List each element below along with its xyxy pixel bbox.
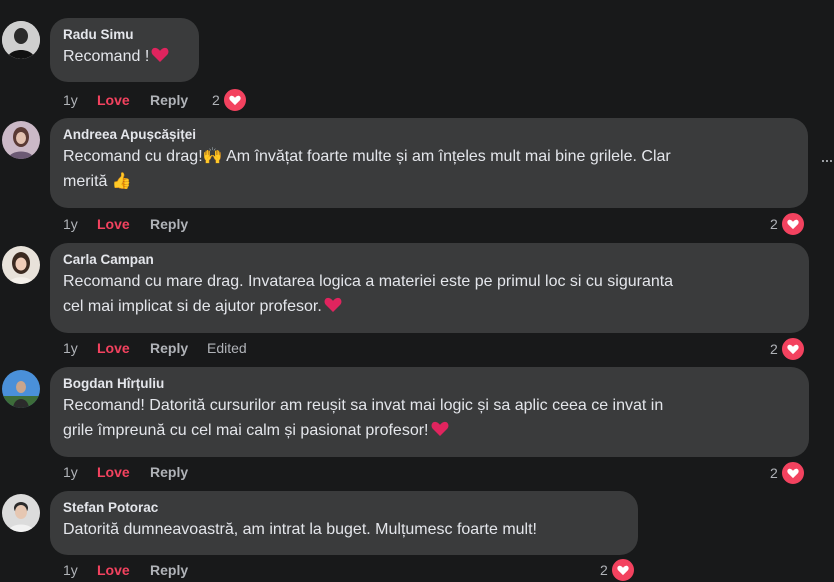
reply-button[interactable]: Reply xyxy=(150,215,207,233)
heart-emoji-icon xyxy=(431,420,449,445)
comment-text-content: cel mai implicat si de ajutor profesor. xyxy=(63,298,322,315)
comment-actions: 1y Love Reply xyxy=(63,561,207,579)
reply-button[interactable]: Reply xyxy=(150,463,207,481)
reaction-summary[interactable]: 2 xyxy=(770,460,806,486)
comment-text-line: Recomand cu drag!🙌 Am învățat foarte mul… xyxy=(63,148,671,165)
reaction-count: 2 xyxy=(770,465,778,481)
love-reaction-icon xyxy=(779,211,806,237)
comment-text: grile împreună cu cel mai calm și pasion… xyxy=(63,418,796,445)
comment-actions: 1y Love Reply xyxy=(63,463,207,481)
comment-author[interactable]: Bogdan Hîrțuliu xyxy=(63,375,796,393)
love-button[interactable]: Love xyxy=(97,215,150,233)
reaction-count: 2 xyxy=(770,341,778,357)
love-reaction-icon xyxy=(221,87,248,113)
reaction-summary[interactable]: 2 xyxy=(600,557,636,582)
comment-author[interactable]: Stefan Potorac xyxy=(63,499,625,517)
comment-author[interactable]: Radu Simu xyxy=(63,26,186,44)
comment-bubble: Radu Simu Recomand ! xyxy=(50,18,199,82)
comment-text-line: Recomand! Datorită cursurilor am reușit … xyxy=(63,397,664,414)
comment-bubble: Bogdan Hîrțuliu Recomand! Datorită cursu… xyxy=(50,367,809,457)
comment-text-content: grile împreună cu cel mai calm și pasion… xyxy=(63,422,429,439)
heart-emoji-icon xyxy=(151,46,169,71)
avatar[interactable] xyxy=(2,246,40,284)
comment-text-content: Recomand ! xyxy=(63,48,150,65)
avatar[interactable] xyxy=(2,370,40,408)
avatar[interactable] xyxy=(2,494,40,532)
love-button[interactable]: Love xyxy=(97,91,150,109)
love-button[interactable]: Love xyxy=(97,561,150,579)
heart-emoji-icon xyxy=(324,296,342,321)
comment-age[interactable]: 1y xyxy=(63,463,97,481)
comment-author[interactable]: Carla Campan xyxy=(63,251,796,269)
comment-bubble: Stefan Potorac Datorită dumneavoastră, a… xyxy=(50,491,638,555)
comment-age[interactable]: 1y xyxy=(63,339,97,357)
comment-age[interactable]: 1y xyxy=(63,91,97,109)
comment-author[interactable]: Andreea Apușcășiței xyxy=(63,126,795,144)
comment-actions: 1y Love Reply xyxy=(63,215,207,233)
love-button[interactable]: Love xyxy=(97,339,150,357)
love-button[interactable]: Love xyxy=(97,463,150,481)
reply-button[interactable]: Reply xyxy=(150,91,207,109)
reply-button[interactable]: Reply xyxy=(150,561,207,579)
avatar[interactable] xyxy=(2,21,40,59)
more-options-icon[interactable]: ··· xyxy=(820,150,834,171)
comment-text: cel mai implicat si de ajutor profesor. xyxy=(63,294,796,321)
reaction-summary[interactable]: 2 xyxy=(770,336,806,362)
comment-actions: 1y Love Reply xyxy=(63,91,207,109)
edited-label: Edited xyxy=(207,340,247,356)
reply-button[interactable]: Reply xyxy=(150,339,207,357)
comment-bubble: Carla Campan Recomand cu mare drag. Inva… xyxy=(50,243,809,333)
love-reaction-icon xyxy=(609,557,636,582)
reaction-count: 2 xyxy=(212,92,220,108)
love-reaction-icon xyxy=(779,460,806,486)
comment-thread: Radu Simu Recomand ! 1y Love Reply 2 And… xyxy=(0,0,834,582)
reaction-summary[interactable]: 2 xyxy=(770,211,806,237)
reaction-count: 2 xyxy=(600,562,608,578)
comment-age[interactable]: 1y xyxy=(63,561,97,579)
comment-text: Recomand ! xyxy=(63,44,186,71)
comment-age[interactable]: 1y xyxy=(63,215,97,233)
comment-bubble: Andreea Apușcășiței Recomand cu drag!🙌 A… xyxy=(50,118,808,208)
comment-actions: 1y Love Reply Edited xyxy=(63,339,247,357)
reaction-summary[interactable]: 2 xyxy=(212,87,248,113)
comment-text-line: Recomand cu mare drag. Invatarea logica … xyxy=(63,273,674,290)
love-reaction-icon xyxy=(779,336,806,362)
reaction-count: 2 xyxy=(770,216,778,232)
avatar[interactable] xyxy=(2,121,40,159)
comment-text-line: Datorită dumneavoastră, am intrat la bug… xyxy=(63,521,537,538)
comment-text-line: merită 👍 xyxy=(63,173,132,190)
